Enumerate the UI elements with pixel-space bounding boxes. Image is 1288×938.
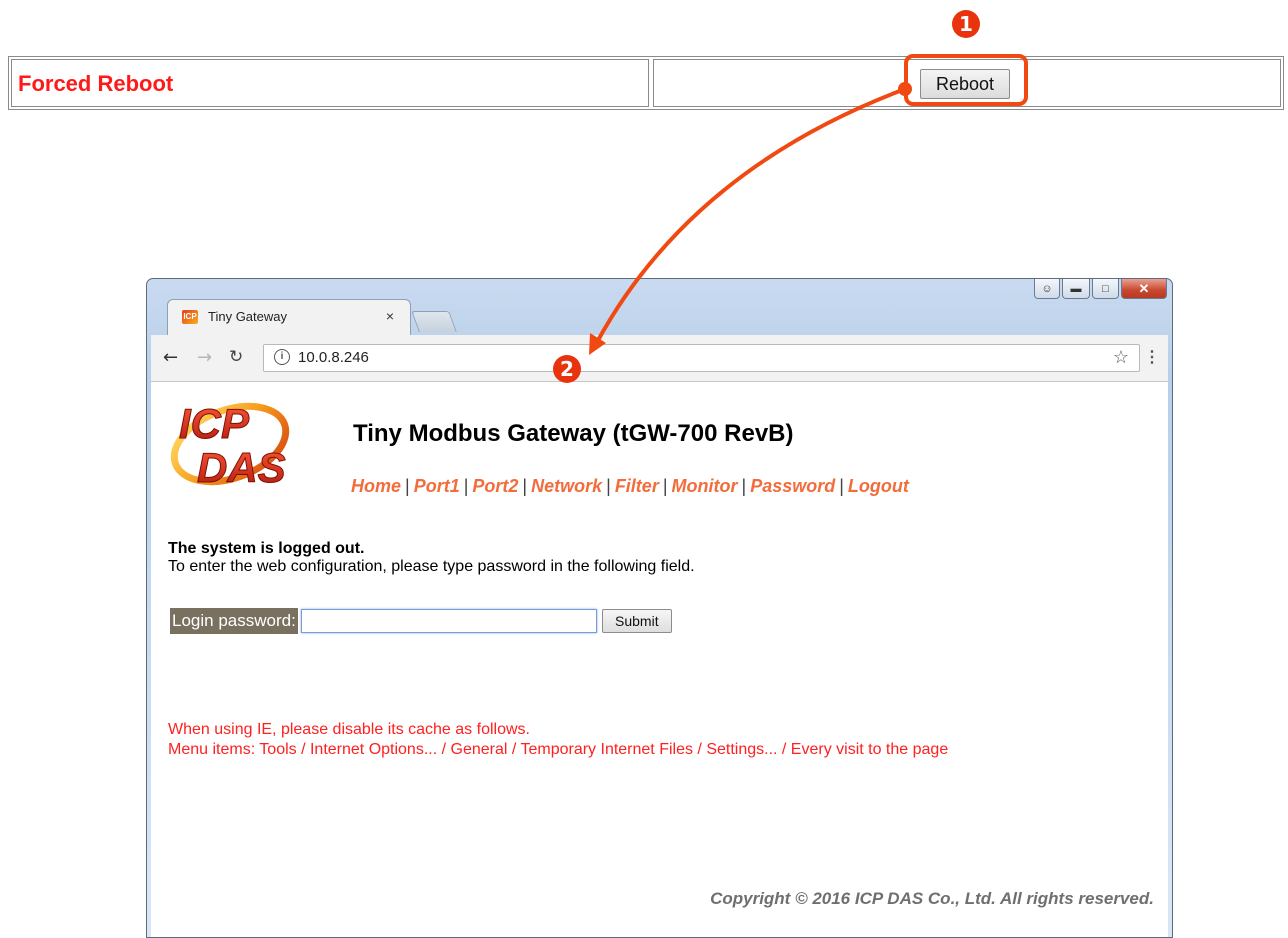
login-password-label: Login password: [170, 608, 298, 634]
nav-separator: | [522, 476, 528, 496]
ie-note-line-1: When using IE, please disable its cache … [168, 721, 530, 738]
new-tab-button[interactable] [411, 311, 457, 332]
tab-close-icon[interactable]: × [386, 308, 394, 324]
back-arrow-icon[interactable]: ← [163, 347, 178, 368]
nav-separator: | [405, 476, 410, 496]
minimize-button[interactable]: ▬ [1062, 279, 1090, 299]
nav-port2[interactable]: Port2 [472, 476, 518, 496]
copyright-text: Copyright © 2016 ICP DAS Co., Ltd. All r… [710, 889, 1154, 908]
maximize-button[interactable]: □ [1092, 279, 1119, 299]
info-icon[interactable]: i [274, 349, 290, 365]
address-bar[interactable]: i 10.0.8.246 ☆ [263, 344, 1140, 372]
login-password-input[interactable] [300, 609, 597, 633]
svg-text:DAS: DAS [197, 444, 286, 491]
login-row: Login password: Submit [170, 608, 672, 634]
nav-monitor[interactable]: Monitor [672, 476, 738, 496]
icp-das-logo: ICP DAS [170, 400, 290, 492]
nav-filter[interactable]: Filter [615, 476, 659, 496]
user-icon[interactable]: ☺ [1034, 279, 1060, 299]
submit-button[interactable]: Submit [601, 609, 672, 633]
nav-separator: | [839, 476, 844, 496]
nav-home[interactable]: Home [351, 476, 401, 496]
nav-separator: | [463, 476, 469, 496]
logout-description: To enter the web configuration, please t… [168, 558, 695, 575]
forced-reboot-action-cell: Reboot [653, 59, 1281, 107]
nav-separator: | [741, 476, 747, 496]
browser-toolbar: ← → ↻ i 10.0.8.246 ☆ ⋮ [151, 335, 1168, 382]
nav-separator: | [662, 476, 668, 496]
tab-title: Tiny Gateway [208, 309, 287, 324]
close-window-button[interactable]: ✕ [1121, 279, 1167, 299]
step-1-marker: 1 [952, 10, 980, 38]
reboot-button[interactable]: Reboot [920, 69, 1010, 99]
url-text[interactable]: 10.0.8.246 [298, 349, 369, 366]
nav-separator: | [606, 476, 611, 496]
forced-reboot-label-cell: Forced Reboot [11, 59, 649, 107]
ie-cache-note: When using IE, please disable its cache … [168, 720, 948, 760]
nav-port1[interactable]: Port1 [414, 476, 460, 496]
forward-arrow-icon[interactable]: → [197, 347, 212, 368]
favicon-icon: ICP [182, 310, 198, 324]
page-title: Tiny Modbus Gateway (tGW-700 RevB) [353, 420, 794, 447]
step-2-marker: 2 [553, 355, 581, 383]
reload-icon[interactable]: ↻ [229, 347, 243, 367]
star-icon[interactable]: ☆ [1113, 347, 1129, 368]
browser-tab[interactable]: ICP Tiny Gateway × [167, 299, 411, 335]
nav-logout[interactable]: Logout [848, 476, 909, 496]
menu-icon[interactable]: ⋮ [1144, 347, 1160, 367]
nav-password[interactable]: Password [750, 476, 835, 496]
logout-heading: The system is logged out. [168, 540, 365, 557]
svg-text:ICP: ICP [179, 400, 250, 447]
nav-network[interactable]: Network [531, 476, 602, 496]
page-content: ICP DAS Tiny Modbus Gateway (tGW-700 Rev… [151, 382, 1168, 937]
ie-note-line-2: Menu items: Tools / Internet Options... … [168, 741, 949, 758]
forced-reboot-table: Forced Reboot Reboot [8, 56, 1284, 110]
browser-window: ☺ ▬ □ ✕ ICP Tiny Gateway × ← → ↻ i 10.0.… [146, 278, 1173, 938]
forced-reboot-title: Forced Reboot [18, 71, 174, 96]
window-controls: ☺ ▬ □ ✕ [1034, 279, 1167, 299]
nav-menu: Home | Port1 | Port2 | Network | Filter | Monitor |… [351, 476, 909, 497]
